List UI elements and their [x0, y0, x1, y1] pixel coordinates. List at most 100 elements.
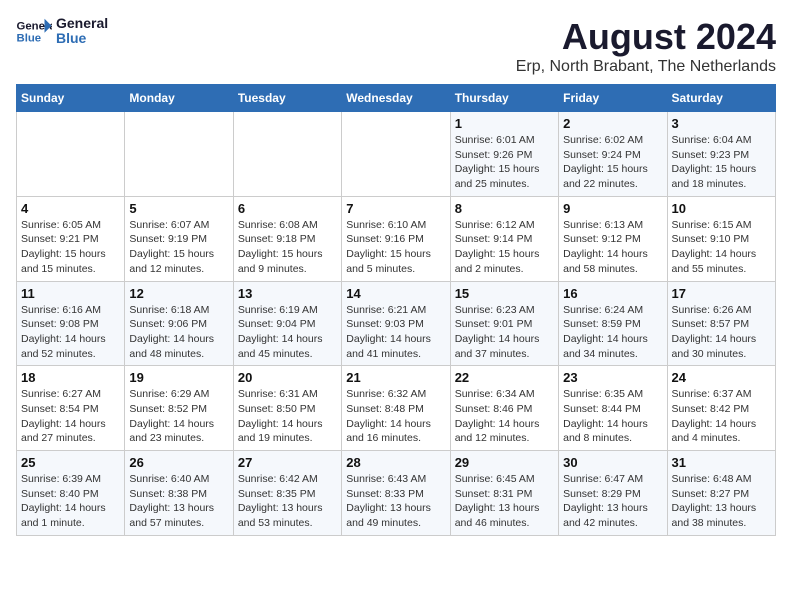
- day-number: 19: [129, 370, 228, 385]
- day-number: 15: [455, 286, 554, 301]
- day-number: 17: [672, 286, 771, 301]
- calendar-cell: 8 Sunrise: 6:12 AM Sunset: 9:14 PM Daylig…: [450, 196, 558, 281]
- day-number: 20: [238, 370, 337, 385]
- calendar-cell: 20Sunrise: 6:31 AM Sunset: 8:50 PM Dayli…: [233, 366, 341, 451]
- calendar-week-3: 11Sunrise: 6:16 AM Sunset: 9:08 PM Dayli…: [17, 281, 776, 366]
- calendar-table: SundayMondayTuesdayWednesdayThursdayFrid…: [16, 84, 776, 536]
- calendar-cell: 25 Sunrise: 6:39 AM Sunset: 8:40 PM Dayli…: [17, 451, 125, 536]
- day-number: 31: [672, 455, 771, 470]
- day-info: Sunrise: 6:18 AM Sunset: 9:06 PM Dayligh…: [129, 303, 228, 362]
- calendar-cell: 28Sunrise: 6:43 AM Sunset: 8:33 PM Dayli…: [342, 451, 450, 536]
- day-info: Sunrise: 6:45 AM Sunset: 8:31 PM Dayligh…: [455, 472, 554, 531]
- day-number: 5: [129, 201, 228, 216]
- day-info: Sunrise: 6:13 AM Sunset: 9:12 PM Dayligh…: [563, 218, 662, 277]
- day-info: Sunrise: 6:26 AM Sunset: 8:57 PM Dayligh…: [672, 303, 771, 362]
- calendar-cell: 2 Sunrise: 6:02 AM Sunset: 9:24 PM Daylig…: [559, 112, 667, 197]
- day-number: 14: [346, 286, 445, 301]
- day-info: Sunrise: 6:29 AM Sunset: 8:52 PM Dayligh…: [129, 387, 228, 446]
- col-header-saturday: Saturday: [667, 85, 775, 112]
- day-info: Sunrise: 6:15 AM Sunset: 9:10 PM Dayligh…: [672, 218, 771, 277]
- calendar-cell: 13 Sunrise: 6:19 AM Sunset: 9:04 PM Dayli…: [233, 281, 341, 366]
- calendar-cell: 29 Sunrise: 6:45 AM Sunset: 8:31 PM Dayli…: [450, 451, 558, 536]
- calendar-cell: 23Sunrise: 6:35 AM Sunset: 8:44 PM Dayli…: [559, 366, 667, 451]
- title-area: August 2024 Erp, North Brabant, The Neth…: [516, 16, 776, 76]
- day-number: 16: [563, 286, 662, 301]
- day-number: 27: [238, 455, 337, 470]
- day-info: Sunrise: 6:12 AM Sunset: 9:14 PM Dayligh…: [455, 218, 554, 277]
- day-info: Sunrise: 6:27 AM Sunset: 8:54 PM Dayligh…: [21, 387, 120, 446]
- day-info: Sunrise: 6:04 AM Sunset: 9:23 PM Dayligh…: [672, 133, 771, 192]
- calendar-cell: 19 Sunrise: 6:29 AM Sunset: 8:52 PM Dayli…: [125, 366, 233, 451]
- day-info: Sunrise: 6:39 AM Sunset: 8:40 PM Dayligh…: [21, 472, 120, 531]
- calendar-cell: 4Sunrise: 6:05 AM Sunset: 9:21 PM Daylig…: [17, 196, 125, 281]
- calendar-cell: 12 Sunrise: 6:18 AM Sunset: 9:06 PM Dayli…: [125, 281, 233, 366]
- logo-blue-text: Blue: [56, 31, 108, 46]
- calendar-week-1: 1 Sunrise: 6:01 AM Sunset: 9:26 PM Daylig…: [17, 112, 776, 197]
- day-info: Sunrise: 6:10 AM Sunset: 9:16 PM Dayligh…: [346, 218, 445, 277]
- calendar-cell: [17, 112, 125, 197]
- day-number: 21: [346, 370, 445, 385]
- day-info: Sunrise: 6:05 AM Sunset: 9:21 PM Dayligh…: [21, 218, 120, 277]
- day-number: 6: [238, 201, 337, 216]
- logo-icon: General Blue: [16, 17, 52, 45]
- calendar-cell: 22 Sunrise: 6:34 AM Sunset: 8:46 PM Dayli…: [450, 366, 558, 451]
- calendar-cell: 21Sunrise: 6:32 AM Sunset: 8:48 PM Dayli…: [342, 366, 450, 451]
- day-number: 28: [346, 455, 445, 470]
- calendar-week-4: 18Sunrise: 6:27 AM Sunset: 8:54 PM Dayli…: [17, 366, 776, 451]
- calendar-cell: 26 Sunrise: 6:40 AM Sunset: 8:38 PM Dayli…: [125, 451, 233, 536]
- col-header-friday: Friday: [559, 85, 667, 112]
- day-info: Sunrise: 6:40 AM Sunset: 8:38 PM Dayligh…: [129, 472, 228, 531]
- calendar-cell: 9Sunrise: 6:13 AM Sunset: 9:12 PM Daylig…: [559, 196, 667, 281]
- logo: General Blue General Blue: [16, 16, 108, 47]
- day-number: 29: [455, 455, 554, 470]
- calendar-cell: 10 Sunrise: 6:15 AM Sunset: 9:10 PM Dayli…: [667, 196, 775, 281]
- calendar-cell: 17 Sunrise: 6:26 AM Sunset: 8:57 PM Dayli…: [667, 281, 775, 366]
- day-number: 24: [672, 370, 771, 385]
- day-info: Sunrise: 6:07 AM Sunset: 9:19 PM Dayligh…: [129, 218, 228, 277]
- col-header-thursday: Thursday: [450, 85, 558, 112]
- day-info: Sunrise: 6:01 AM Sunset: 9:26 PM Dayligh…: [455, 133, 554, 192]
- day-number: 10: [672, 201, 771, 216]
- calendar-cell: 7Sunrise: 6:10 AM Sunset: 9:16 PM Daylig…: [342, 196, 450, 281]
- day-number: 30: [563, 455, 662, 470]
- day-info: Sunrise: 6:16 AM Sunset: 9:08 PM Dayligh…: [21, 303, 120, 362]
- calendar-cell: 11Sunrise: 6:16 AM Sunset: 9:08 PM Dayli…: [17, 281, 125, 366]
- col-header-wednesday: Wednesday: [342, 85, 450, 112]
- day-info: Sunrise: 6:35 AM Sunset: 8:44 PM Dayligh…: [563, 387, 662, 446]
- main-title: August 2024: [516, 16, 776, 58]
- day-number: 1: [455, 116, 554, 131]
- calendar-header-row: SundayMondayTuesdayWednesdayThursdayFrid…: [17, 85, 776, 112]
- day-info: Sunrise: 6:34 AM Sunset: 8:46 PM Dayligh…: [455, 387, 554, 446]
- calendar-cell: 6 Sunrise: 6:08 AM Sunset: 9:18 PM Daylig…: [233, 196, 341, 281]
- day-number: 12: [129, 286, 228, 301]
- day-info: Sunrise: 6:37 AM Sunset: 8:42 PM Dayligh…: [672, 387, 771, 446]
- day-number: 2: [563, 116, 662, 131]
- col-header-tuesday: Tuesday: [233, 85, 341, 112]
- calendar-cell: 14Sunrise: 6:21 AM Sunset: 9:03 PM Dayli…: [342, 281, 450, 366]
- day-info: Sunrise: 6:24 AM Sunset: 8:59 PM Dayligh…: [563, 303, 662, 362]
- calendar-cell: 31 Sunrise: 6:48 AM Sunset: 8:27 PM Dayli…: [667, 451, 775, 536]
- day-number: 3: [672, 116, 771, 131]
- calendar-cell: 30 Sunrise: 6:47 AM Sunset: 8:29 PM Dayli…: [559, 451, 667, 536]
- day-info: Sunrise: 6:08 AM Sunset: 9:18 PM Dayligh…: [238, 218, 337, 277]
- day-number: 26: [129, 455, 228, 470]
- calendar-cell: 18Sunrise: 6:27 AM Sunset: 8:54 PM Dayli…: [17, 366, 125, 451]
- col-header-monday: Monday: [125, 85, 233, 112]
- col-header-sunday: Sunday: [17, 85, 125, 112]
- day-info: Sunrise: 6:42 AM Sunset: 8:35 PM Dayligh…: [238, 472, 337, 531]
- calendar-cell: 24 Sunrise: 6:37 AM Sunset: 8:42 PM Dayli…: [667, 366, 775, 451]
- day-info: Sunrise: 6:19 AM Sunset: 9:04 PM Dayligh…: [238, 303, 337, 362]
- svg-text:Blue: Blue: [17, 33, 42, 45]
- subtitle: Erp, North Brabant, The Netherlands: [516, 58, 776, 76]
- calendar-cell: 1 Sunrise: 6:01 AM Sunset: 9:26 PM Daylig…: [450, 112, 558, 197]
- page-header: General Blue General Blue August 2024 Er…: [16, 16, 776, 76]
- day-number: 25: [21, 455, 120, 470]
- day-number: 13: [238, 286, 337, 301]
- day-info: Sunrise: 6:47 AM Sunset: 8:29 PM Dayligh…: [563, 472, 662, 531]
- day-info: Sunrise: 6:48 AM Sunset: 8:27 PM Dayligh…: [672, 472, 771, 531]
- calendar-cell: [342, 112, 450, 197]
- calendar-cell: [233, 112, 341, 197]
- day-number: 22: [455, 370, 554, 385]
- day-number: 8: [455, 201, 554, 216]
- day-info: Sunrise: 6:02 AM Sunset: 9:24 PM Dayligh…: [563, 133, 662, 192]
